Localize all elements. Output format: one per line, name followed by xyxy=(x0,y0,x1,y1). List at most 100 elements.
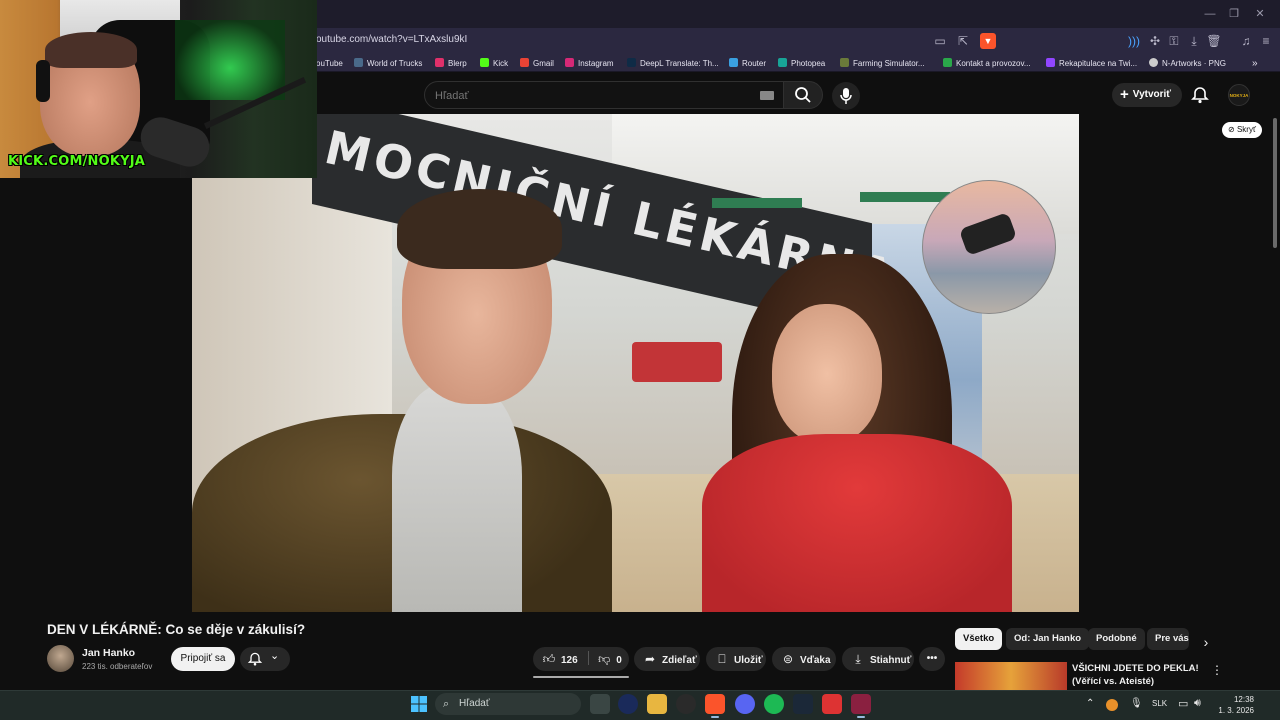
app-icon[interactable] xyxy=(851,694,871,714)
webcam-overlay: KICK.COM/NOKYJA xyxy=(0,0,317,178)
hide-label: Skryť xyxy=(1236,125,1256,134)
like-button[interactable]: 👍︎ 126 xyxy=(533,652,578,666)
app-icon[interactable] xyxy=(618,694,638,714)
download-icon[interactable]: ⤓ xyxy=(1186,33,1202,49)
taskbar-search-label: Hľadať xyxy=(459,698,490,709)
chip-all[interactable]: Všetko xyxy=(955,628,1003,650)
bookmark-item[interactable]: Gmail xyxy=(520,57,554,70)
close-icon[interactable]: ✕ xyxy=(1252,6,1268,22)
chip-from-channel[interactable]: Od: Jan Hanko xyxy=(1006,628,1090,650)
voicemeeter-icon[interactable] xyxy=(822,694,842,714)
chevron-up-icon[interactable]: ⌃ xyxy=(1086,698,1094,709)
brave-browser-icon[interactable] xyxy=(705,694,725,714)
share-label: Zdieľať xyxy=(662,655,697,666)
menu-icon[interactable]: ≡ xyxy=(1258,33,1274,49)
more-actions-button[interactable]: ••• xyxy=(919,647,945,671)
channel-name[interactable]: Jan Hanko xyxy=(82,647,135,659)
dislike-button[interactable]: 👎︎ 0 xyxy=(592,652,622,666)
scrollbar-thumb[interactable] xyxy=(1273,118,1277,248)
bookmark-item[interactable]: Rekapitulace na Twi... xyxy=(1046,57,1137,70)
chip-for-you[interactable]: Pre vás xyxy=(1147,628,1189,650)
webcam-green-light xyxy=(175,20,285,100)
keyboard-icon[interactable] xyxy=(760,91,774,100)
media-control-icon[interactable]: ♫ xyxy=(1238,33,1254,49)
save-label: Uložiť xyxy=(734,655,763,666)
bookmark-item[interactable]: Photopea xyxy=(778,57,825,70)
avatar-text: NOKYJA xyxy=(1229,93,1249,98)
network-icon[interactable]: ▭ xyxy=(1178,697,1188,710)
obs-icon[interactable] xyxy=(676,694,696,714)
bookmark-item[interactable]: Blerp xyxy=(435,57,467,70)
steam-icon[interactable] xyxy=(793,694,813,714)
bookmarks-overflow-button[interactable]: » xyxy=(1252,57,1258,70)
volume-icon[interactable]: 🔊︎ xyxy=(1194,697,1201,710)
minimize-icon[interactable]: — xyxy=(1202,6,1218,22)
save-button[interactable]: ⎕ Uložiť xyxy=(706,647,766,671)
create-label: Vytvoriť xyxy=(1132,89,1172,100)
brave-shield-icon[interactable]: ▼ xyxy=(980,33,996,49)
thumbs-down-icon: 👎︎ xyxy=(598,652,611,666)
recommendation-thumbnail[interactable] xyxy=(955,662,1067,690)
chip-related[interactable]: Podobné xyxy=(1088,628,1145,650)
bookmark-item[interactable]: Kontakt a provozov... xyxy=(943,57,1031,70)
search-box xyxy=(424,81,784,109)
file-explorer-icon[interactable] xyxy=(647,694,667,714)
voice-search-button[interactable] xyxy=(832,82,860,110)
share-icon: ➦ xyxy=(644,652,656,666)
bookmark-item[interactable]: DeepL Translate: Th... xyxy=(627,57,719,70)
bookmark-item[interactable]: Router xyxy=(729,57,766,70)
audio-playing-icon[interactable]: ))) xyxy=(1126,33,1142,49)
password-key-icon[interactable]: ⚿ xyxy=(1166,33,1182,49)
microphone-icon xyxy=(840,88,852,104)
task-view-icon[interactable] xyxy=(590,694,610,714)
spotify-icon[interactable] xyxy=(764,694,784,714)
bell-icon xyxy=(247,652,263,666)
join-button[interactable]: Pripojiť sa xyxy=(171,647,235,671)
thanks-icon: ⊜ xyxy=(782,652,794,666)
notifications-button[interactable] xyxy=(1190,85,1210,105)
extensions-icon[interactable]: ✣ xyxy=(1147,33,1163,49)
bookmark-item[interactable]: N-Artworks · PNG xyxy=(1149,57,1226,70)
subscription-bell-button[interactable]: ⌄ xyxy=(240,647,290,671)
share-button[interactable]: ➦ Zdieľať xyxy=(634,647,700,671)
channel-avatar[interactable] xyxy=(47,645,74,672)
taskbar-search[interactable]: ⌕ Hľadať xyxy=(435,693,581,715)
download-button[interactable]: ⤓ Stiahnuť xyxy=(842,647,914,671)
hide-button[interactable]: ⊘ Skryť xyxy=(1222,122,1262,138)
tray-mic-icon[interactable]: 🎙︎ xyxy=(1130,698,1143,709)
url-field[interactable]: outube.com/watch?v=LTxAxslu9kI xyxy=(316,34,467,45)
like-ratio-bar xyxy=(533,676,629,678)
active-indicator xyxy=(857,716,865,718)
trash-icon[interactable]: 🗑 xyxy=(1206,33,1222,49)
language-indicator[interactable]: SLK xyxy=(1152,699,1167,708)
video-man-hair xyxy=(397,189,562,269)
account-avatar[interactable]: NOKYJA xyxy=(1228,84,1250,106)
video-player[interactable]: MOCNIČNÍ LÉKÁRNA xyxy=(192,114,1079,612)
thanks-button[interactable]: ⊜ Vďaka xyxy=(772,647,836,671)
bookmark-item[interactable]: Instagram xyxy=(565,57,614,70)
bookmark-icon: ⎕ xyxy=(718,652,726,666)
bookmark-item[interactable]: Farming Simulator... xyxy=(840,57,925,70)
discord-icon[interactable] xyxy=(735,694,755,714)
windows-start-icon[interactable] xyxy=(411,696,427,712)
bookmark-item[interactable]: Kick xyxy=(480,57,508,70)
search-icon: ⌕ xyxy=(443,698,450,710)
search-button[interactable] xyxy=(783,81,823,109)
share-page-icon[interactable]: ⇱ xyxy=(955,33,971,49)
chevron-right-icon[interactable]: › xyxy=(1196,632,1216,652)
bookmark-item[interactable]: World of Trucks xyxy=(354,57,422,70)
restore-icon[interactable]: ❐ xyxy=(1226,6,1242,22)
video-woman-face xyxy=(772,304,882,444)
search-input[interactable] xyxy=(435,88,735,104)
tray-app-icon[interactable] xyxy=(1106,699,1118,711)
clock[interactable]: 12:38 1. 3. 2026 xyxy=(1216,694,1254,716)
video-sign xyxy=(712,198,802,208)
download-label: Stiahnuť xyxy=(870,655,912,666)
bookmark-item[interactable]: ouTube xyxy=(316,57,343,70)
create-button[interactable]: + Vytvoriť xyxy=(1112,83,1182,107)
more-vert-icon[interactable]: ⋮ xyxy=(1210,663,1224,677)
webcam-hair xyxy=(45,32,137,68)
recommendation-title[interactable]: VŠICHNI JDETE DO PEKLA! (Věřící vs. Atei… xyxy=(1072,662,1202,688)
reader-mode-icon[interactable]: ▭ xyxy=(932,33,948,49)
search-icon xyxy=(795,87,811,103)
